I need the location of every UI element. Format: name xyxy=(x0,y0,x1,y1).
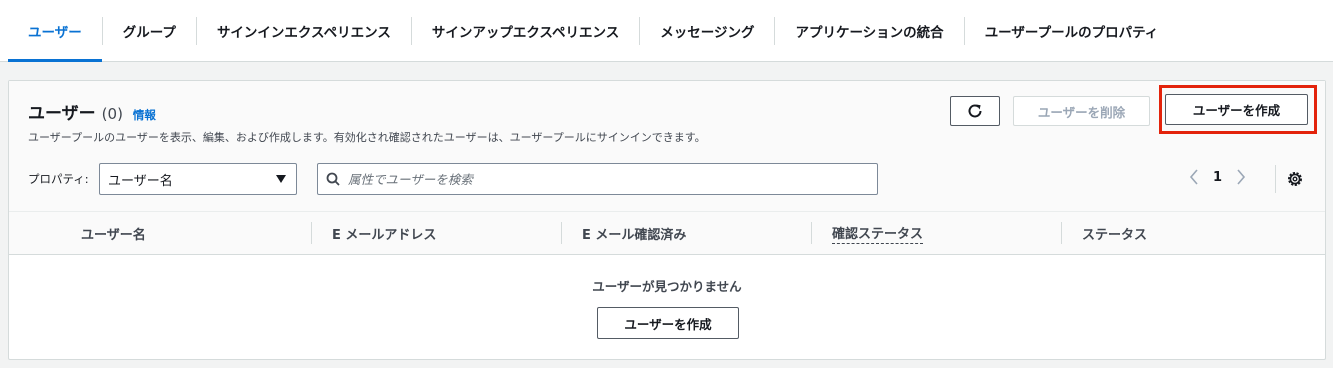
pagination: 1 xyxy=(1189,169,1246,185)
refresh-button[interactable] xyxy=(950,96,1000,126)
tab-app-integration[interactable]: アプリケーションの統合 xyxy=(775,0,963,62)
panel-title-row: ユーザー (0) 情報 xyxy=(28,99,156,124)
pagination-divider xyxy=(1275,165,1276,193)
confirmation-status-label: 確認ステータス xyxy=(832,223,924,244)
column-resizer[interactable] xyxy=(811,222,812,244)
create-user-button[interactable]: ユーザーを作成 xyxy=(1165,94,1308,125)
current-page[interactable]: 1 xyxy=(1213,170,1222,185)
column-header-email-verified[interactable]: E メール確認済み xyxy=(582,212,686,254)
column-header-status[interactable]: ステータス xyxy=(1082,212,1147,254)
tab-messaging[interactable]: メッセージング xyxy=(640,0,774,62)
tab-sign-up-experience[interactable]: サインアップエクスペリエンス xyxy=(412,0,639,62)
search-input[interactable] xyxy=(348,171,848,187)
tab-bar: ユーザー グループ サインインエクスペリエンス サインアップエクスペリエンス メ… xyxy=(0,0,1333,62)
users-panel: ユーザー (0) 情報 ユーザープールのユーザーを表示、編集、および作成します。… xyxy=(8,80,1326,360)
panel-description: ユーザープールのユーザーを表示、編集、および作成します。有効化され確認されたユー… xyxy=(28,131,706,144)
table-header: ユーザー名 E メールアドレス E メール確認済み 確認ステータス ステータス xyxy=(9,211,1325,255)
tab-sign-in-experience[interactable]: サインインエクスペリエンス xyxy=(197,0,411,62)
gear-icon[interactable] xyxy=(1285,169,1305,189)
panel-header: ユーザー (0) 情報 ユーザープールのユーザーを表示、編集、および作成します。… xyxy=(9,81,1325,211)
column-header-username[interactable]: ユーザー名 xyxy=(81,212,146,254)
column-header-confirmation-status[interactable]: 確認ステータス xyxy=(832,212,924,254)
search-icon xyxy=(326,172,340,186)
property-select-value: ユーザー名 xyxy=(108,173,173,189)
empty-state-text: ユーザーが見つかりません xyxy=(592,279,742,294)
tab-user-pool-properties[interactable]: ユーザープールのプロパティ xyxy=(965,0,1179,62)
info-link[interactable]: 情報 xyxy=(133,107,156,123)
column-resizer[interactable] xyxy=(311,222,312,244)
tab-groups[interactable]: グループ xyxy=(103,0,196,62)
delete-user-button[interactable]: ユーザーを削除 xyxy=(1013,96,1150,126)
column-resizer[interactable] xyxy=(561,222,562,244)
property-select[interactable]: ユーザー名 xyxy=(99,163,297,195)
refresh-icon xyxy=(968,104,982,118)
chevron-right-icon[interactable] xyxy=(1236,169,1246,185)
tab-users[interactable]: ユーザー xyxy=(8,0,102,62)
empty-state-create-user-button[interactable]: ユーザーを作成 xyxy=(597,307,739,339)
user-count: (0) xyxy=(101,105,123,123)
caret-down-icon xyxy=(276,175,286,183)
column-header-email[interactable]: E メールアドレス xyxy=(332,212,436,254)
property-label: プロパティ: xyxy=(28,172,89,186)
panel-title: ユーザー xyxy=(28,104,96,124)
chevron-left-icon[interactable] xyxy=(1189,169,1199,185)
column-resizer[interactable] xyxy=(1061,222,1062,244)
search-field[interactable] xyxy=(317,163,878,195)
